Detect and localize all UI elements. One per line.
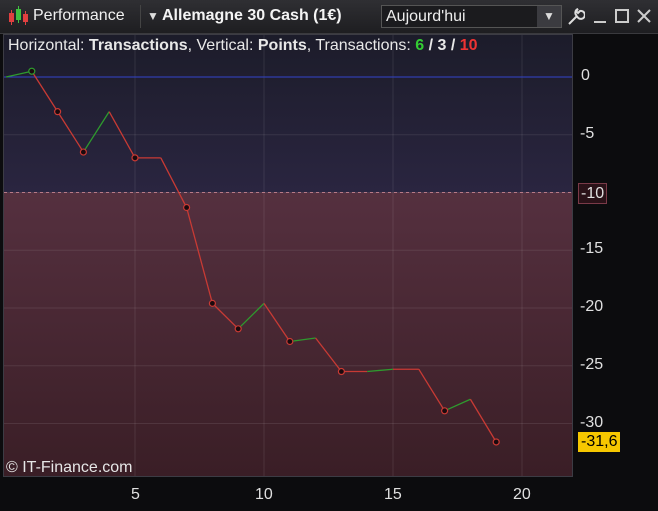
- close-icon[interactable]: [634, 5, 654, 27]
- transactions-key: , Transactions:: [306, 37, 416, 54]
- data-point: [131, 154, 139, 162]
- period-dropdown-arrow-icon[interactable]: ▼: [537, 6, 561, 27]
- candlestick-icon: [9, 6, 28, 25]
- vertical-value: Points: [257, 37, 307, 54]
- maximize-icon[interactable]: [612, 5, 632, 27]
- x-tick-label: 15: [384, 486, 402, 503]
- data-point: [53, 108, 62, 116]
- data-point: [286, 337, 294, 346]
- chart-info-line: Horizontal: Transactions, Vertical: Poin…: [8, 37, 478, 55]
- data-point: [183, 203, 191, 212]
- period-label: Aujourd'hui: [386, 8, 466, 25]
- y-tick-label: -5: [580, 124, 595, 142]
- x-tick-label: 20: [513, 486, 531, 503]
- vertical-key: Vertical:: [196, 37, 258, 54]
- chevron-down-icon: ▼: [147, 9, 159, 23]
- horizontal-key: Horizontal:: [8, 37, 89, 54]
- losses-count: 10: [459, 37, 478, 54]
- slash-1: /: [424, 37, 438, 54]
- below-threshold-zone: [4, 192, 572, 476]
- data-point: [492, 438, 500, 446]
- data-point: [337, 367, 345, 376]
- instrument-selector[interactable]: ▼ Allemagne 30 Cash (1€): [140, 5, 376, 28]
- wrench-icon[interactable]: [565, 5, 585, 27]
- y-tick-label: -25: [580, 355, 604, 373]
- y-tick-label: 0: [581, 67, 590, 84]
- info-separator: ,: [187, 37, 197, 54]
- copyright-text: © IT-Finance.com: [6, 459, 133, 476]
- threshold-label: -10: [578, 182, 608, 204]
- period-dropdown[interactable]: Aujourd'hui ▼: [381, 5, 562, 28]
- performance-label: Performance: [33, 7, 125, 24]
- upper-zone: [4, 35, 572, 193]
- y-tick-label: -20: [580, 298, 604, 315]
- data-point: [28, 67, 36, 75]
- minimize-icon[interactable]: [590, 5, 610, 27]
- chart-plot[interactable]: [4, 35, 572, 476]
- wins-count: 6: [415, 37, 425, 54]
- x-tick-label: 5: [131, 486, 140, 503]
- data-point: [441, 407, 449, 415]
- data-point: [79, 148, 88, 156]
- instrument-label: Allemagne 30 Cash (1€): [162, 7, 342, 24]
- data-point: [208, 299, 216, 307]
- chart-area[interactable]: [3, 34, 573, 477]
- horizontal-value: Transactions: [88, 37, 188, 54]
- toolbar: Performance ▼ Allemagne 30 Cash (1€) Auj…: [0, 0, 658, 34]
- x-tick-label: 10: [255, 486, 273, 503]
- y-tick-label: -15: [580, 240, 604, 258]
- performance-button[interactable]: Performance: [2, 5, 138, 28]
- y-tick-label: -30: [580, 413, 604, 431]
- slash-2: /: [446, 37, 460, 54]
- data-point: [234, 325, 242, 333]
- last-value-badge: -31,6: [578, 431, 621, 452]
